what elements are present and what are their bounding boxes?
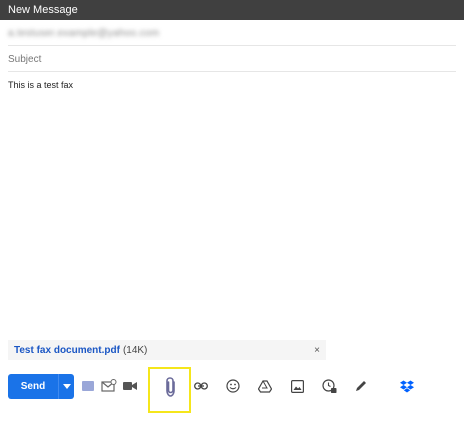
attachment-filename[interactable]: Test fax document.pdf bbox=[14, 345, 120, 356]
insert-photo-icon bbox=[290, 379, 304, 393]
chevron-down-icon bbox=[62, 383, 71, 389]
formatting-icon bbox=[82, 381, 94, 391]
video-button[interactable] bbox=[121, 377, 139, 395]
subject-placeholder: Subject bbox=[8, 54, 42, 65]
google-drive-icon bbox=[258, 379, 272, 393]
message-body[interactable]: This is a test fax bbox=[8, 80, 73, 90]
schedule-icon bbox=[321, 378, 336, 393]
video-icon bbox=[123, 382, 137, 390]
dropbox-button[interactable] bbox=[398, 377, 416, 395]
insert-link-button[interactable] bbox=[192, 377, 210, 395]
formatting-options-button[interactable] bbox=[79, 377, 97, 395]
insert-link-icon bbox=[194, 382, 208, 390]
send-button[interactable]: Send bbox=[8, 374, 74, 399]
remove-attachment-button[interactable]: × bbox=[314, 345, 320, 356]
attach-highlight-box bbox=[148, 367, 191, 413]
send-options-dropdown[interactable] bbox=[59, 383, 74, 390]
attachment-size: (14K) bbox=[122, 344, 148, 356]
insert-photo-button[interactable] bbox=[288, 377, 306, 395]
confidential-mode-button[interactable] bbox=[100, 377, 118, 395]
emoji-icon bbox=[226, 379, 240, 393]
insert-signature-button[interactable] bbox=[352, 377, 370, 395]
schedule-send-button[interactable] bbox=[320, 377, 338, 395]
dropbox-icon bbox=[400, 380, 414, 392]
send-button-label: Send bbox=[20, 381, 46, 392]
attachment-chip[interactable]: Test fax document.pdf (14K) × bbox=[8, 340, 326, 360]
confidential-mode-icon bbox=[101, 379, 117, 392]
insert-emoji-button[interactable] bbox=[224, 377, 242, 395]
recipients-field[interactable]: a.testuser.example@yahoo.com bbox=[8, 22, 456, 46]
subject-field[interactable]: Subject bbox=[8, 48, 456, 72]
recipient-email: a.testuser.example@yahoo.com bbox=[8, 28, 160, 39]
signature-icon bbox=[356, 381, 366, 391]
window-title: New Message bbox=[8, 4, 78, 16]
window-title-bar: New Message bbox=[0, 0, 464, 20]
insert-drive-file-button[interactable] bbox=[256, 377, 274, 395]
